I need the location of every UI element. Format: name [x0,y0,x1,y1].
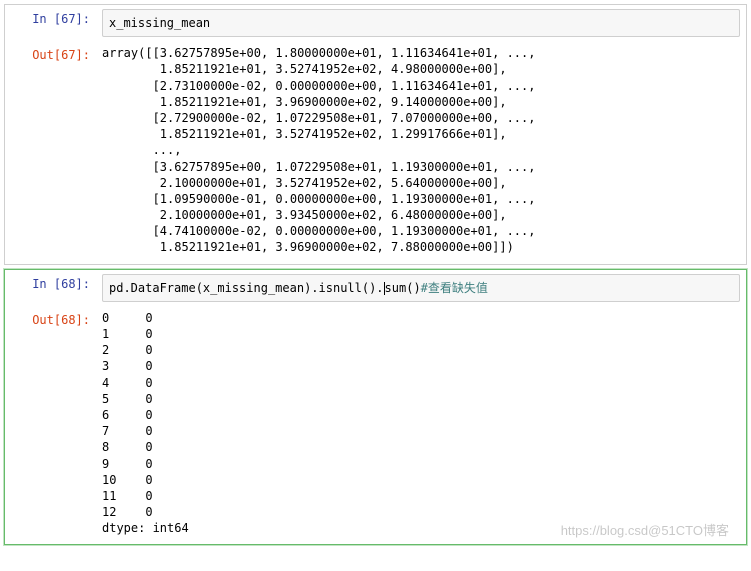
out-prompt: Out[67]: [5,41,96,263]
output-text: array([[3.62757895e+00, 1.80000000e+01, … [96,41,746,263]
input-container: x_missing_mean [96,5,746,41]
in-prompt: In [67]: [5,5,96,41]
notebook-cell: In [67]: x_missing_mean Out[67]: array([… [4,4,747,265]
input-container: pd.DataFrame(x_missing_mean).isnull().su… [96,270,746,306]
code-text: x_missing_mean [109,16,210,30]
code-text-after: sum() [385,281,421,295]
code-input[interactable]: pd.DataFrame(x_missing_mean).isnull().su… [102,274,740,302]
out-prompt: Out[68]: [5,306,96,545]
notebook-cell-selected: In [68]: pd.DataFrame(x_missing_mean).is… [4,269,747,546]
code-text-before: pd.DataFrame(x_missing_mean).isnull(). [109,281,384,295]
in-prompt: In [68]: [5,270,96,306]
code-input[interactable]: x_missing_mean [102,9,740,37]
code-comment: #查看缺失值 [421,281,488,295]
output-text: 0 0 1 0 2 0 3 0 4 0 5 0 6 0 7 0 8 0 9 0 … [96,306,746,545]
